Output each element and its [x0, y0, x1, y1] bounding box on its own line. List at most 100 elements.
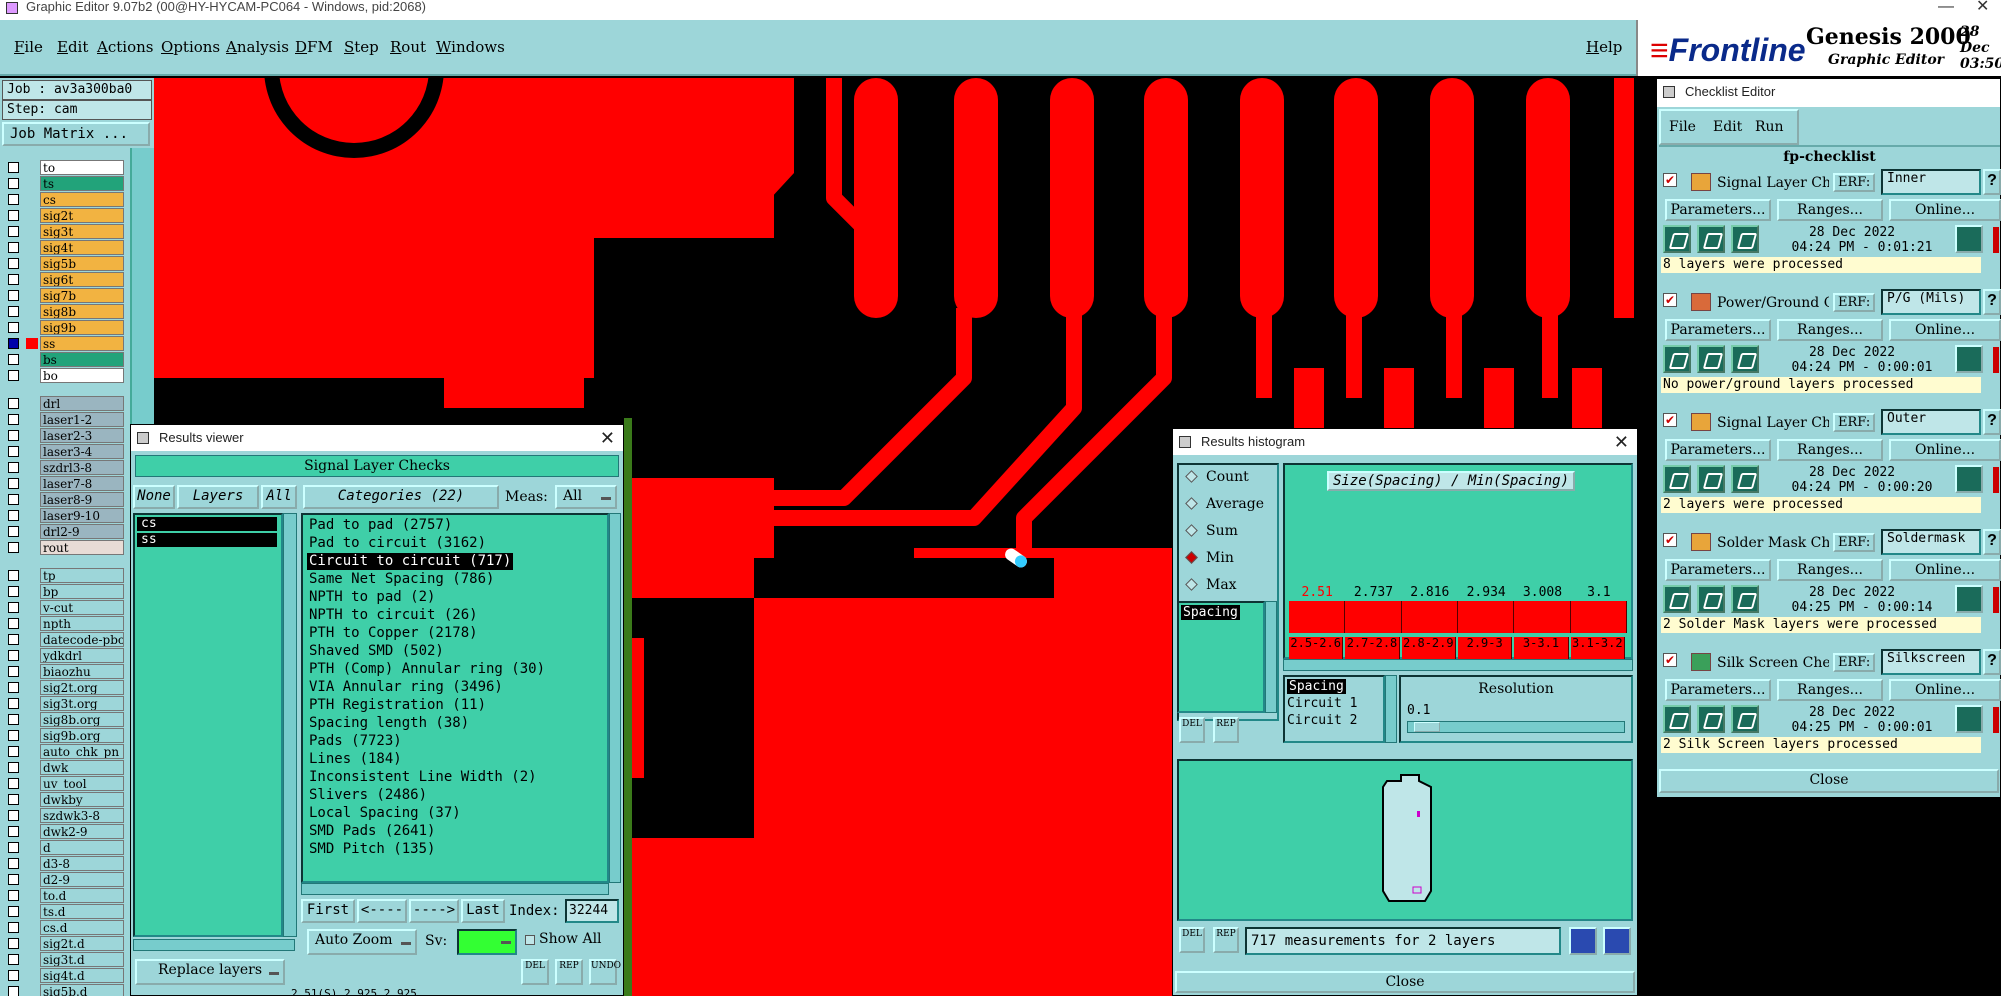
zoom-icon[interactable]	[1955, 345, 1983, 373]
layer-row[interactable]: sig3t.d	[2, 952, 124, 967]
show-results-icon[interactable]	[1731, 345, 1759, 373]
layer-name[interactable]: sig8b.org	[40, 712, 124, 727]
menu-step[interactable]: Step	[344, 38, 379, 56]
run-all-icon[interactable]	[1697, 585, 1725, 613]
menu-analysis[interactable]: Analysis	[226, 38, 289, 56]
layer-checkbox[interactable]	[8, 178, 19, 189]
next-button[interactable]: ---->	[409, 899, 459, 923]
layer-name[interactable]: cs.d	[40, 920, 124, 935]
layer-checkbox[interactable]	[8, 398, 19, 409]
histogram-bar[interactable]	[1401, 601, 1458, 633]
layer-name[interactable]: sig2t.d	[40, 936, 124, 951]
help-button[interactable]: ?	[1983, 169, 2001, 195]
layer-row[interactable]: laser7-8	[2, 476, 124, 491]
menu-options[interactable]: Options	[161, 38, 220, 56]
none-button[interactable]: None	[133, 485, 175, 509]
layer-row[interactable]: dwk	[2, 760, 124, 775]
layer-name[interactable]: laser1-2	[40, 412, 124, 427]
rep-button[interactable]: REP	[555, 959, 583, 985]
layer-name[interactable]: ts	[40, 176, 124, 191]
layer-name[interactable]: ts.d	[40, 904, 124, 919]
parameters-button[interactable]: Parameters...	[1665, 319, 1771, 341]
layer-row[interactable]: bp	[2, 584, 124, 599]
show-results-icon[interactable]	[1731, 465, 1759, 493]
layer-row[interactable]: to.d	[2, 888, 124, 903]
category-item[interactable]: SMD Pads (2641)	[307, 823, 437, 840]
del-button[interactable]: DEL	[521, 959, 549, 985]
menu-actions[interactable]: Actions	[97, 38, 153, 56]
layers-list[interactable]: cs ss	[133, 513, 283, 937]
category-item[interactable]: Slivers (2486)	[307, 787, 429, 804]
online-button[interactable]: Online...	[1889, 679, 2001, 701]
layer-name[interactable]: d	[40, 840, 124, 855]
layer-name[interactable]: laser2-3	[40, 428, 124, 443]
layer-checkbox[interactable]	[8, 542, 19, 553]
layer-checkbox[interactable]	[8, 354, 19, 365]
layer-row[interactable]: d	[2, 840, 124, 855]
erf-label[interactable]: ERF:	[1833, 533, 1876, 552]
show-results-icon[interactable]	[1731, 225, 1759, 253]
layer-row[interactable]: sig4t	[2, 240, 124, 255]
first-button[interactable]: First	[301, 899, 355, 923]
layer-row[interactable]: sig2t.d	[2, 936, 124, 951]
layer-checkbox[interactable]	[8, 938, 19, 949]
layer-name[interactable]: dwkby	[40, 792, 124, 807]
erf-value[interactable]: Silkscreen	[1881, 649, 1981, 675]
run-all-icon[interactable]	[1697, 705, 1725, 733]
layer-checkbox[interactable]	[8, 922, 19, 933]
zoom-selection-icon[interactable]	[1603, 927, 1631, 955]
layer-checkbox[interactable]	[8, 810, 19, 821]
ck-menu-edit[interactable]: Edit	[1713, 119, 1742, 135]
layer-checkbox[interactable]	[8, 634, 19, 645]
radio-max[interactable]: Max	[1185, 577, 1237, 593]
layer-row[interactable]: drl	[2, 396, 124, 411]
layer-row[interactable]: drl2-9	[2, 524, 124, 539]
layer-row[interactable]: sig8b	[2, 304, 124, 319]
layer-name[interactable]: drl	[40, 396, 124, 411]
category-item[interactable]: Local Spacing (37)	[307, 805, 463, 822]
run-check-icon[interactable]	[1663, 225, 1691, 253]
series-item-circuit-1[interactable]: Circuit 1	[1287, 696, 1357, 711]
layer-name[interactable]: v-cut	[40, 600, 124, 615]
layer-name[interactable]: dwk	[40, 760, 124, 775]
layer-checkbox[interactable]	[8, 338, 19, 349]
layer-name[interactable]: sig5b	[40, 256, 124, 271]
layer-checkbox[interactable]	[8, 586, 19, 597]
online-button[interactable]: Online...	[1889, 199, 2001, 221]
category-item[interactable]: Pad to circuit (3162)	[307, 535, 488, 552]
check-enabled-checkbox[interactable]: ✔	[1663, 173, 1677, 187]
zoom-fit-icon[interactable]	[1569, 927, 1597, 955]
layer-name[interactable]: sig9b	[40, 320, 124, 335]
category-item[interactable]: NPTH to pad (2)	[307, 589, 437, 606]
layer-row[interactable]: sig9b.org	[2, 728, 124, 743]
help-button[interactable]: ?	[1983, 649, 2001, 675]
category-item[interactable]: Pad to pad (2757)	[307, 517, 454, 534]
close-icon[interactable]: ✕	[600, 425, 615, 451]
layers-hscrollbar[interactable]	[133, 939, 295, 951]
last-button[interactable]: Last	[461, 899, 505, 923]
check-enabled-checkbox[interactable]: ✔	[1663, 413, 1677, 427]
layer-name[interactable]: szdwk3-8	[40, 808, 124, 823]
erf-value[interactable]: Inner	[1881, 169, 1981, 195]
layer-name[interactable]: sig4t	[40, 240, 124, 255]
run-check-icon[interactable]	[1663, 465, 1691, 493]
layer-name[interactable]: biaozhu	[40, 664, 124, 679]
layer-name[interactable]: tp	[40, 568, 124, 583]
layer-row[interactable]: ts.d	[2, 904, 124, 919]
erf-label[interactable]: ERF:	[1833, 653, 1876, 672]
layer-row[interactable]: tp	[2, 568, 124, 583]
run-check-icon[interactable]	[1663, 345, 1691, 373]
layer-checkbox[interactable]	[8, 290, 19, 301]
categories-hscrollbar[interactable]	[301, 883, 609, 895]
ranges-button[interactable]: Ranges...	[1777, 679, 1883, 701]
layer-row[interactable]: laser3-4	[2, 444, 124, 459]
show-all-checkbox[interactable]	[525, 935, 535, 945]
checklist-close-button[interactable]: Close	[1659, 769, 1999, 793]
layer-row[interactable]: ydkdrl	[2, 648, 124, 663]
layer-name[interactable]: sig3t	[40, 224, 124, 239]
run-check-icon[interactable]	[1663, 585, 1691, 613]
layer-checkbox[interactable]	[8, 618, 19, 629]
layer-row[interactable]: sig3t	[2, 224, 124, 239]
layer-row[interactable]: datecode-pbo	[2, 632, 124, 647]
layer-checkbox[interactable]	[8, 650, 19, 661]
